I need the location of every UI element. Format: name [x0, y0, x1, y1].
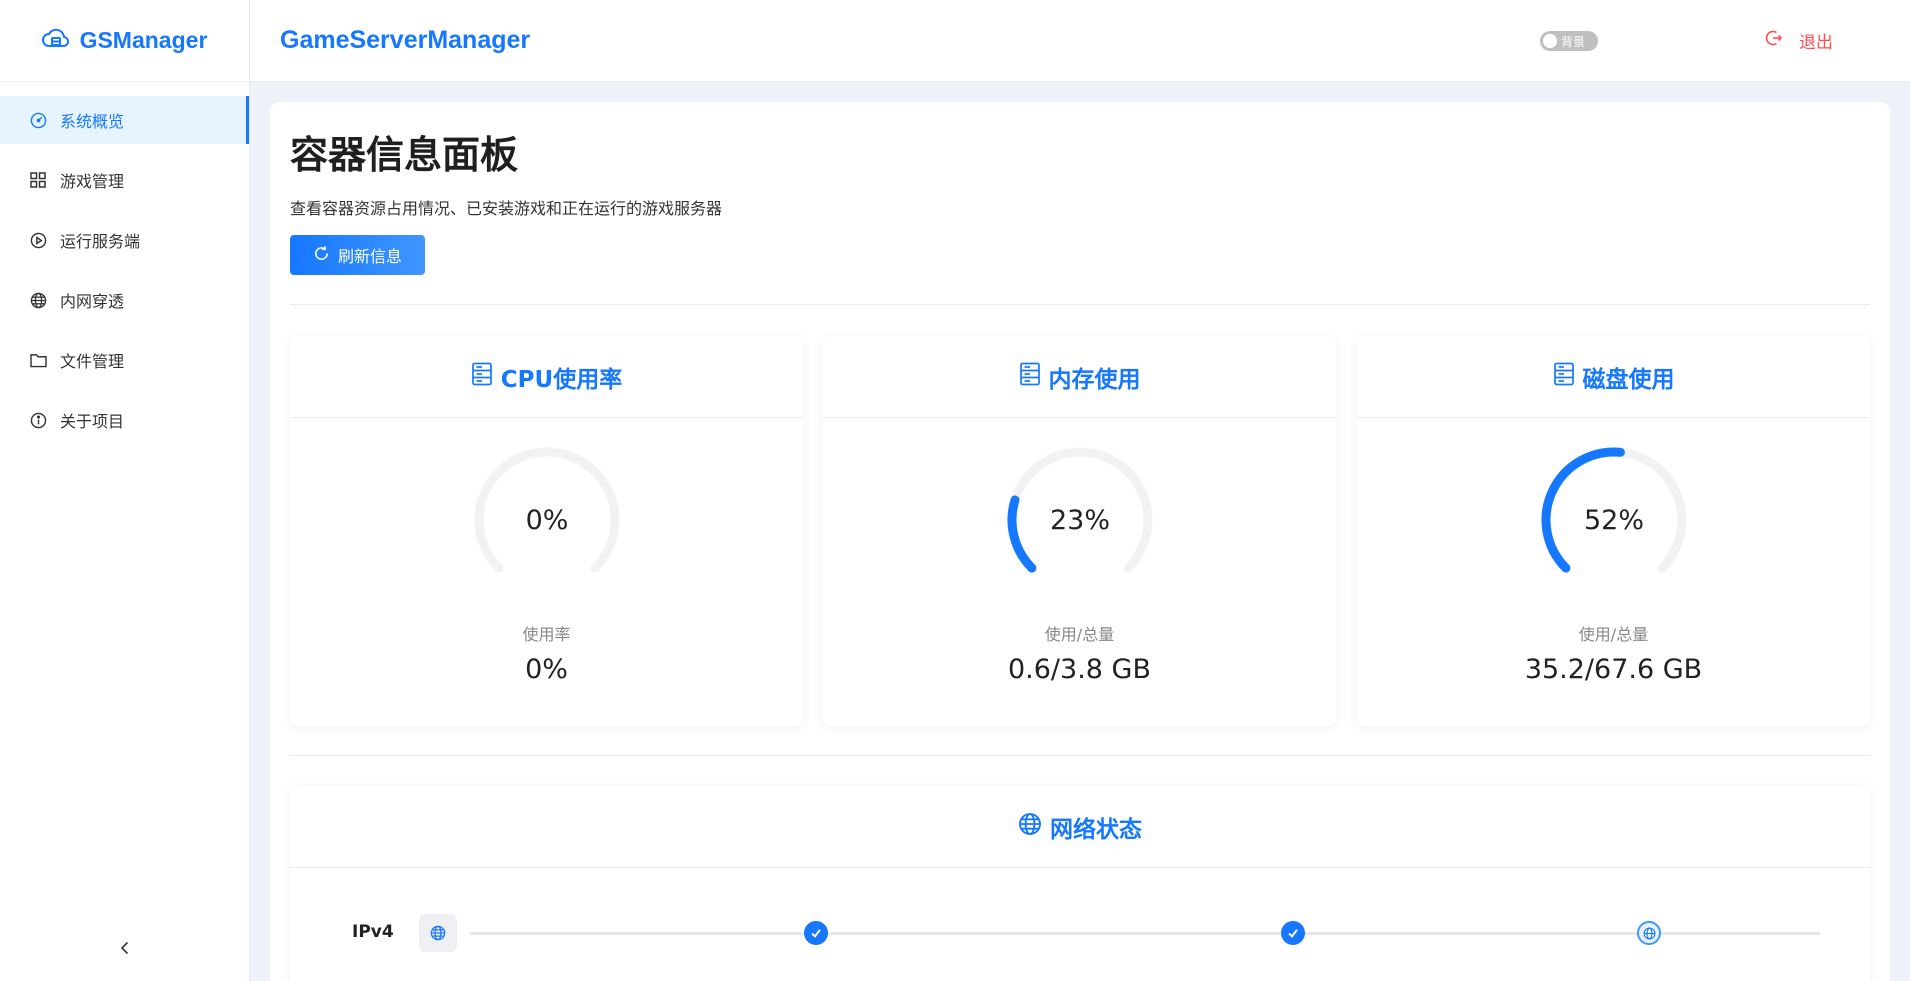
network-card: 网络状态 IPv4	[290, 786, 1870, 981]
network-card-header: 网络状态	[290, 786, 1870, 868]
globe-icon	[1637, 921, 1661, 945]
play-circle-icon	[29, 231, 47, 249]
logout-label: 退出	[1799, 33, 1833, 53]
chevron-left-icon	[119, 940, 131, 959]
sidebar-item-label: 文件管理	[60, 352, 125, 371]
memory-card: 内存使用 23% 使用/总量 0.6/3.8 GB	[823, 336, 1336, 726]
cpu-gauge-value: 0%	[525, 504, 569, 536]
server-icon	[1019, 362, 1041, 392]
ipv4-label: IPv4	[352, 922, 394, 942]
cpu-card-header: CPU使用率	[290, 336, 803, 418]
memory-card-title: 内存使用	[1048, 366, 1141, 393]
sidebar-item-games[interactable]: 游戏管理	[0, 156, 249, 204]
disk-card-title: 磁盘使用	[1582, 366, 1675, 393]
sidebar-item-files[interactable]: 文件管理	[0, 336, 249, 384]
sidebar-item-run-server[interactable]: 运行服务端	[0, 216, 249, 264]
memory-gauge-value: 23%	[1049, 504, 1110, 536]
cpu-stat-value: 0%	[525, 654, 568, 685]
sidebar-collapse-button[interactable]	[0, 929, 250, 969]
info-icon	[29, 411, 47, 429]
sidebar-item-label: 关于项目	[60, 412, 125, 431]
memory-stat-value: 0.6/3.8 GB	[1007, 654, 1151, 685]
background-toggle[interactable]: 背景	[1540, 31, 1598, 51]
globe-icon	[1018, 812, 1042, 842]
sidebar: GSManager 系统概览 游戏管理 运行服务端 内网穿透 文件管理 关于项目	[0, 0, 250, 981]
page-description: 查看容器资源占用情况、已安装游戏和正在运行的游戏服务器	[290, 199, 723, 218]
logout-button[interactable]: 退出	[1765, 28, 1833, 53]
ipv4-progress-track	[470, 932, 1820, 935]
logo-text: GSManager	[79, 27, 208, 53]
dashboard-icon	[29, 111, 47, 129]
sidebar-item-tunnel[interactable]: 内网穿透	[0, 276, 249, 324]
app-logo[interactable]: GSManager	[0, 0, 249, 82]
disk-card: 磁盘使用 52% 使用/总量 35.2/67.6 GB	[1357, 336, 1870, 726]
globe-icon	[419, 914, 457, 952]
top-header: GameServerManager 背景 退出	[250, 0, 1910, 82]
cpu-card: CPU使用率 0% 使用率 0%	[290, 336, 803, 726]
sidebar-item-label: 系统概览	[60, 112, 125, 131]
divider	[290, 755, 1870, 756]
refresh-label: 刷新信息	[337, 247, 402, 266]
sidebar-item-overview[interactable]: 系统概览	[0, 96, 249, 144]
cpu-card-title: CPU使用率	[500, 366, 623, 393]
main-panel: 容器信息面板 查看容器资源占用情况、已安装游戏和正在运行的游戏服务器 刷新信息 …	[270, 102, 1890, 981]
refresh-button[interactable]: 刷新信息	[290, 235, 425, 275]
logout-icon	[1765, 29, 1783, 52]
check-icon	[804, 921, 828, 945]
header-title: GameServerManager	[280, 26, 531, 54]
memory-card-header: 内存使用	[823, 336, 1336, 418]
cpu-stat-label: 使用率	[522, 625, 571, 644]
sidebar-item-label: 内网穿透	[60, 292, 125, 311]
disk-stat-value: 35.2/67.6 GB	[1524, 654, 1703, 685]
check-icon	[1281, 921, 1305, 945]
disk-stat-label: 使用/总量	[1578, 625, 1649, 644]
memory-stat-label: 使用/总量	[1044, 625, 1115, 644]
sidebar-item-label: 运行服务端	[60, 232, 141, 251]
sidebar-item-about[interactable]: 关于项目	[0, 396, 249, 444]
ipv4-status-row: IPv4	[290, 912, 1870, 952]
refresh-icon	[313, 245, 330, 266]
sidebar-nav: 系统概览 游戏管理 运行服务端 内网穿透 文件管理 关于项目	[0, 82, 249, 444]
server-icon	[471, 362, 493, 392]
grid-icon	[29, 171, 47, 189]
disk-card-header: 磁盘使用	[1357, 336, 1870, 418]
divider	[290, 304, 1870, 305]
toggle-knob	[1543, 34, 1557, 48]
folder-icon	[29, 351, 47, 369]
page-title: 容器信息面板	[290, 133, 519, 177]
cloud-server-icon	[41, 25, 70, 57]
sidebar-item-label: 游戏管理	[60, 172, 125, 191]
toggle-label: 背景	[1561, 34, 1586, 49]
disk-gauge-value: 52%	[1583, 504, 1644, 536]
network-card-title: 网络状态	[1050, 816, 1142, 843]
server-icon	[1553, 362, 1575, 392]
globe-icon	[29, 291, 47, 309]
